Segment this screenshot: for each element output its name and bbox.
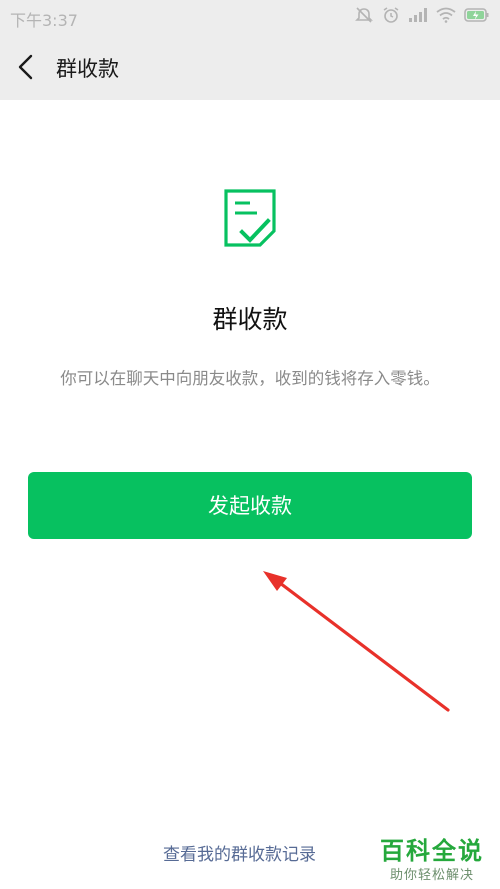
page-heading: 群收款 — [212, 305, 288, 334]
wifi-icon — [436, 7, 456, 23]
signal-icon — [408, 7, 428, 23]
start-collection-button[interactable]: 发起收款 — [28, 472, 472, 539]
watermark: 百科全说 助你轻松解决 — [380, 831, 484, 883]
status-bar: 下午3:37 — [0, 0, 500, 34]
watermark-subtitle: 助你轻松解决 — [389, 868, 474, 883]
watermark-title: 百科全说 — [380, 837, 484, 865]
alarm-icon — [382, 6, 400, 24]
status-time: 下午3:37 — [10, 11, 78, 30]
document-check-icon — [223, 188, 277, 248]
annotation-arrow — [263, 571, 450, 712]
description-text: 你可以在聊天中向朋友收款，收到的钱将存入零钱。 — [60, 369, 440, 388]
mute-icon — [354, 6, 374, 24]
nav-title: 群收款 — [56, 57, 119, 81]
view-records-link[interactable]: 查看我的群收款记录 — [163, 840, 316, 865]
battery-charging-icon — [464, 7, 490, 23]
nav-bar: 群收款 — [0, 34, 500, 100]
chevron-left-icon[interactable] — [14, 52, 42, 82]
status-icons — [354, 6, 490, 24]
